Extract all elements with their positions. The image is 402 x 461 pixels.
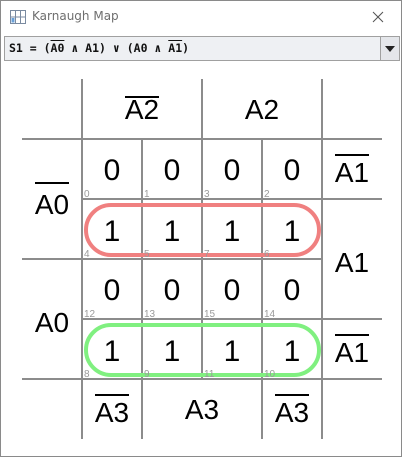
col-header-a2-not: A2 <box>125 94 159 125</box>
row-header-a0: A0 <box>35 307 69 338</box>
cell-value: 1 <box>224 215 241 248</box>
karnaugh-window: Karnaugh Map S1 = (A0 ∧ A1) ∨ (A0 ∧ A1) <box>0 0 402 457</box>
col-header-a3: A3 <box>185 394 219 425</box>
expression-dropdown[interactable]: S1 = (A0 ∧ A1) ∨ (A0 ∧ A1) <box>4 36 400 61</box>
chevron-down-icon <box>385 45 395 52</box>
row-header-a1-not-top: A1 <box>335 157 369 188</box>
col-header-a3-not-right: A3 <box>275 397 309 428</box>
cell-value: 0 <box>284 154 301 187</box>
cell-index: 0 <box>84 189 90 200</box>
cell-value: 1 <box>224 335 241 368</box>
cell-index: 4 <box>84 249 90 260</box>
cell-index: 1 <box>144 189 150 200</box>
cell-value: 0 <box>104 154 121 187</box>
cell-index: 12 <box>84 309 96 320</box>
cell-index: 10 <box>264 369 276 380</box>
dropdown-button[interactable] <box>380 37 399 60</box>
title-bar: Karnaugh Map <box>1 1 401 33</box>
row-header-a1: A1 <box>335 247 369 278</box>
cell-value: 0 <box>164 154 181 187</box>
cell-value: 1 <box>284 335 301 368</box>
karnaugh-grid: A2 A2 A0 A0 A1 A1 A1 A3 A3 A3 0 0 0 0 0 <box>22 79 382 439</box>
cell-index: 3 <box>204 189 210 200</box>
cell-index: 8 <box>84 369 90 380</box>
cell-value: 1 <box>104 335 121 368</box>
cell-value: 0 <box>284 274 301 307</box>
cell-index: 5 <box>144 249 150 260</box>
cell-value: 1 <box>104 215 121 248</box>
col-header-a3-not-left: A3 <box>95 397 129 428</box>
close-icon <box>372 11 384 22</box>
cell-value: 0 <box>224 154 241 187</box>
cell-index: 14 <box>264 309 276 320</box>
cell-index: 9 <box>144 369 150 380</box>
row-header-a0-not: A0 <box>35 189 69 220</box>
expression-text: S1 = (A0 ∧ A1) ∨ (A0 ∧ A1) <box>9 41 190 55</box>
cell-index: 13 <box>144 309 156 320</box>
cell-index: 11 <box>204 369 215 380</box>
cell-value: 0 <box>224 274 241 307</box>
cell-value: 0 <box>164 274 181 307</box>
col-header-a2: A2 <box>245 94 279 125</box>
window-title: Karnaugh Map <box>32 9 119 23</box>
cell-value: 0 <box>104 274 121 307</box>
cell-index: 7 <box>204 249 210 260</box>
cell-index: 15 <box>204 309 216 320</box>
karnaugh-map: A2 A2 A0 A0 A1 A1 A1 A3 A3 A3 0 0 0 0 0 <box>1 63 401 457</box>
cell-index: 2 <box>264 189 270 200</box>
row-header-a1-not-bottom: A1 <box>335 337 369 368</box>
cell-value: 1 <box>164 335 181 368</box>
app-grid-icon <box>10 10 26 24</box>
close-button[interactable] <box>355 1 401 32</box>
cell-value: 1 <box>284 215 301 248</box>
cell-index: 6 <box>264 249 270 260</box>
cell-value: 1 <box>164 215 181 248</box>
